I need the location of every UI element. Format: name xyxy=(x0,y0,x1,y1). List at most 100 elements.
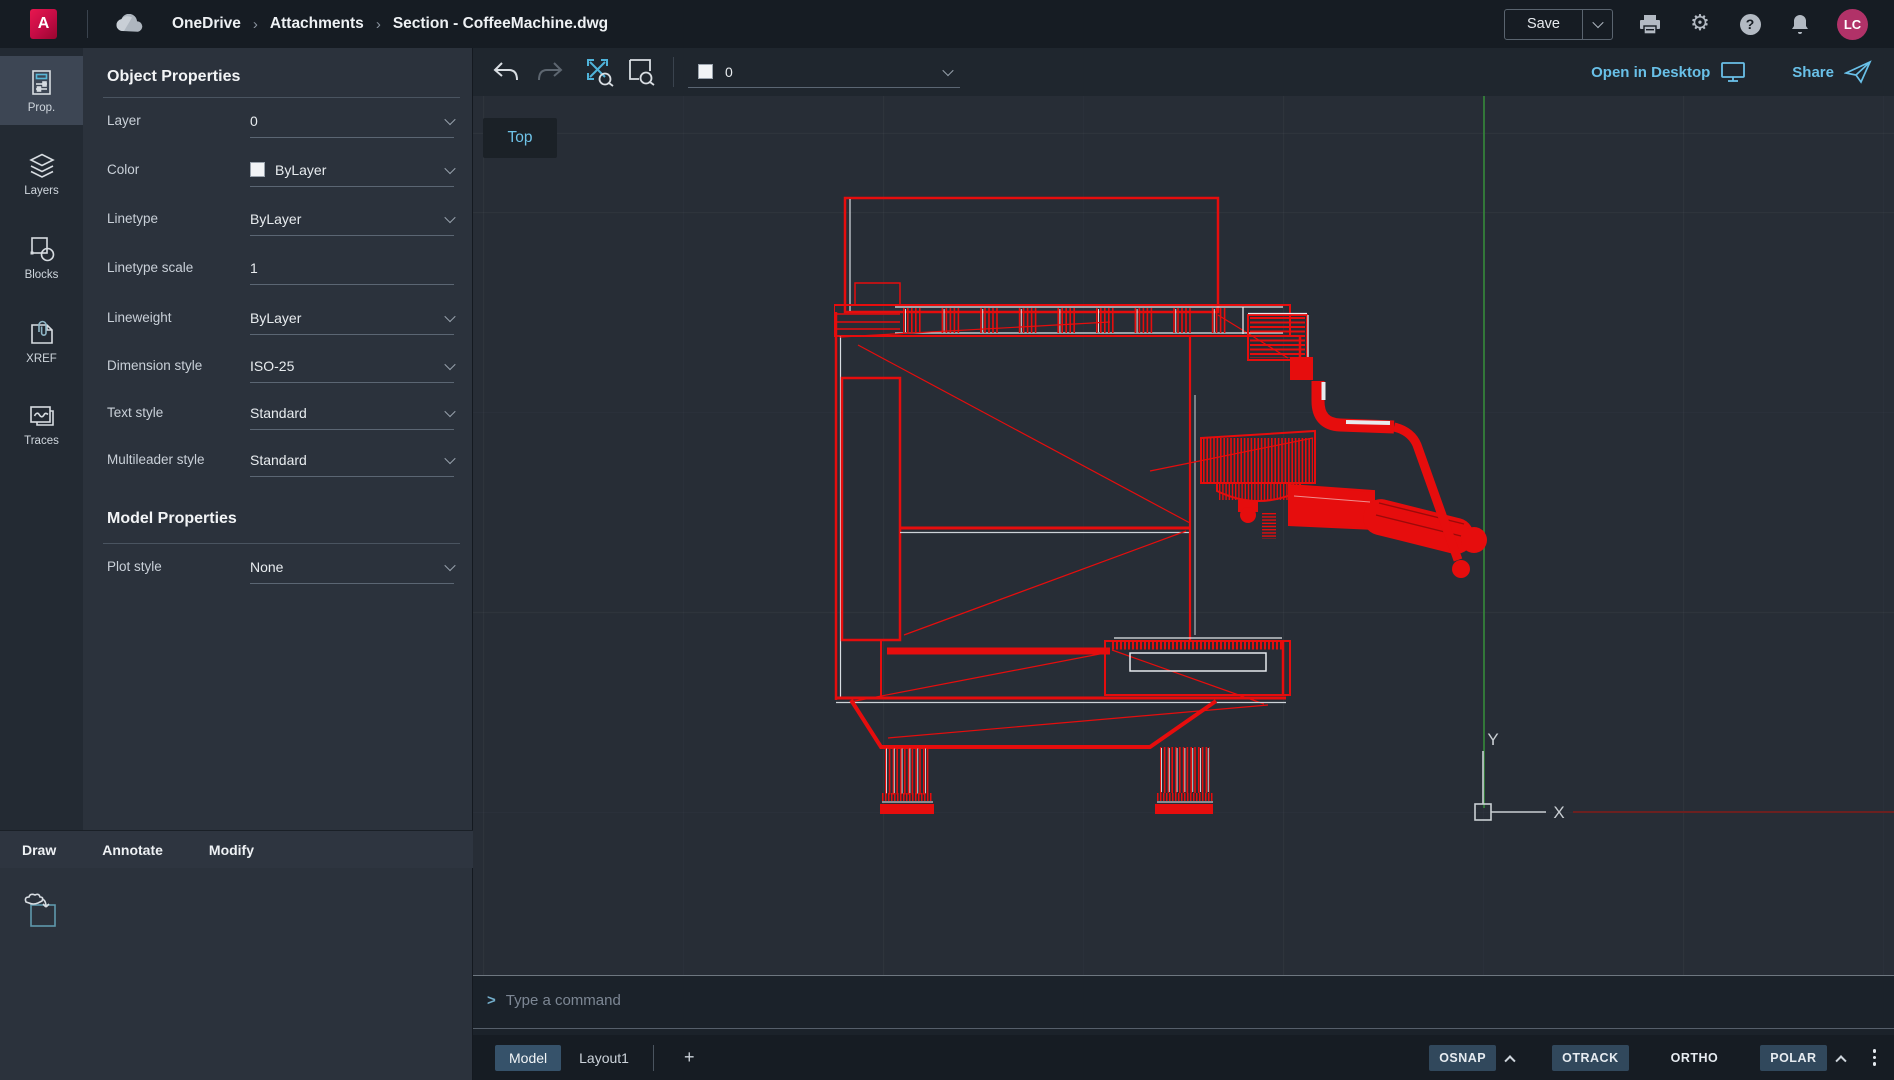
dimension-style-value: ISO-25 xyxy=(250,358,294,374)
xref-icon xyxy=(28,319,56,347)
tab-modify[interactable]: Modify xyxy=(209,842,254,858)
draw-tools-area xyxy=(0,868,473,1080)
property-label: Lineweight xyxy=(107,301,172,335)
redo-button[interactable] xyxy=(533,55,567,89)
command-zone: > xyxy=(473,975,1894,1035)
color-value: ByLayer xyxy=(275,162,326,178)
help-button[interactable]: ? xyxy=(1737,11,1763,37)
autocad-logo-icon[interactable]: A xyxy=(30,9,57,39)
panel-tab-bar: Draw Annotate Modify xyxy=(0,830,473,868)
linetype-dropdown[interactable]: ByLayer xyxy=(250,202,454,236)
property-row-linetype-scale: Linetype scale 1 xyxy=(107,251,456,285)
tab-annotate[interactable]: Annotate xyxy=(102,842,163,858)
grid-axis-x-red xyxy=(1573,811,1894,813)
chevron-down-icon xyxy=(444,452,455,463)
lineweight-value: ByLayer xyxy=(250,310,301,326)
otrack-toggle[interactable]: OTRACK xyxy=(1552,1045,1628,1071)
plot-style-dropdown[interactable]: None xyxy=(250,550,454,584)
breadcrumb-separator: › xyxy=(253,16,258,33)
save-dropdown-button[interactable] xyxy=(1582,10,1612,39)
redo-icon xyxy=(536,61,564,83)
polar-expand-chevron-icon[interactable] xyxy=(1835,1055,1846,1066)
divider xyxy=(103,97,460,98)
osnap-expand-chevron-icon[interactable] xyxy=(1504,1055,1515,1066)
settings-button[interactable]: ⚙ xyxy=(1687,11,1713,37)
drawing-canvas[interactable]: Top xyxy=(473,96,1894,975)
share-button[interactable]: Share xyxy=(1792,64,1834,81)
property-row-plot-style: Plot style None xyxy=(107,550,456,584)
chevron-down-icon xyxy=(942,64,953,75)
property-label: Linetype xyxy=(107,202,158,236)
layer-dropdown[interactable]: 0 xyxy=(250,104,454,138)
sidebar-item-label: Blocks xyxy=(25,269,59,281)
user-avatar[interactable]: LC xyxy=(1837,9,1868,40)
current-layer-dropdown[interactable]: 0 xyxy=(688,56,960,88)
properties-icon xyxy=(28,69,55,96)
command-line: > xyxy=(487,986,1874,1014)
status-overflow-menu[interactable] xyxy=(1873,1049,1877,1066)
property-row-text-style: Text style Standard xyxy=(107,396,456,430)
sidebar-item-label: Prop. xyxy=(28,102,56,114)
model-properties-heading: Model Properties xyxy=(107,510,237,528)
drawing-toolbar: 0 Open in Desktop Share xyxy=(473,48,1894,96)
chevron-down-icon xyxy=(444,211,455,222)
zoom-extents-icon xyxy=(585,57,615,87)
sidebar-item-properties[interactable]: Prop. xyxy=(0,56,83,125)
color-swatch xyxy=(250,162,265,177)
lineweight-dropdown[interactable]: ByLayer xyxy=(250,301,454,335)
polar-toggle[interactable]: POLAR xyxy=(1760,1045,1826,1071)
tab-model[interactable]: Model xyxy=(495,1045,561,1071)
chevron-down-icon xyxy=(444,559,455,570)
osnap-toggle[interactable]: OSNAP xyxy=(1429,1045,1496,1071)
breadcrumb: OneDrive › Attachments › Section - Coffe… xyxy=(172,15,608,33)
chevron-down-icon xyxy=(444,162,455,173)
breadcrumb-onedrive[interactable]: OneDrive xyxy=(172,15,241,33)
ortho-toggle[interactable]: ORTHO xyxy=(1661,1045,1729,1071)
print-button[interactable] xyxy=(1637,11,1663,37)
undo-button[interactable] xyxy=(489,55,523,89)
sidebar-item-label: Traces xyxy=(24,435,59,447)
gear-icon: ⚙ xyxy=(1690,13,1710,35)
left-icon-rail: Prop. Layers Blocks XREF Traces xyxy=(0,48,83,830)
layers-icon xyxy=(27,152,57,179)
status-bar: Model Layout1 + OSNAP OTRACK ORTHO POLAR xyxy=(473,1035,1894,1080)
sidebar-item-blocks[interactable]: Blocks xyxy=(0,222,83,292)
dimension-style-dropdown[interactable]: ISO-25 xyxy=(250,349,454,383)
tab-layout1[interactable]: Layout1 xyxy=(579,1050,629,1066)
multileader-style-dropdown[interactable]: Standard xyxy=(250,443,454,477)
sidebar-item-layers[interactable]: Layers xyxy=(0,139,83,208)
plot-style-value: None xyxy=(250,559,283,575)
zoom-extents-button[interactable] xyxy=(583,55,617,89)
notifications-button[interactable] xyxy=(1787,11,1813,37)
breadcrumb-attachments[interactable]: Attachments xyxy=(270,15,364,33)
ucs-icon: Y X xyxy=(1468,721,1598,821)
property-label: Color xyxy=(107,153,139,187)
add-layout-button[interactable]: + xyxy=(678,1047,701,1068)
layer-value: 0 xyxy=(250,113,258,129)
zoom-window-button[interactable] xyxy=(625,55,659,89)
view-cube-label[interactable]: Top xyxy=(483,118,557,158)
sidebar-item-traces[interactable]: Traces xyxy=(0,390,83,458)
object-properties-heading: Object Properties xyxy=(107,68,240,86)
linetype-scale-input[interactable]: 1 xyxy=(250,251,454,285)
text-style-value: Standard xyxy=(250,405,307,421)
bell-icon xyxy=(1790,13,1810,35)
save-button[interactable]: Save xyxy=(1505,10,1582,39)
desktop-monitor-icon xyxy=(1720,61,1746,83)
color-dropdown[interactable]: ByLayer xyxy=(250,153,454,187)
property-row-lineweight: Lineweight ByLayer xyxy=(107,301,456,335)
text-style-dropdown[interactable]: Standard xyxy=(250,396,454,430)
tab-draw[interactable]: Draw xyxy=(22,842,56,858)
divider xyxy=(87,10,88,38)
property-row-layer: Layer 0 xyxy=(107,104,456,138)
sidebar-item-xref[interactable]: XREF xyxy=(0,306,83,376)
chevron-down-icon xyxy=(1592,17,1603,28)
revision-cloud-tool-button[interactable] xyxy=(22,892,62,935)
sidebar-item-label: XREF xyxy=(26,353,57,365)
open-in-desktop-button[interactable]: Open in Desktop xyxy=(1591,64,1710,81)
property-row-color: Color ByLayer xyxy=(107,153,456,187)
onedrive-cloud-icon xyxy=(114,14,144,34)
chevron-down-icon xyxy=(444,405,455,416)
command-input[interactable] xyxy=(506,992,1874,1009)
property-label: Layer xyxy=(107,104,141,138)
